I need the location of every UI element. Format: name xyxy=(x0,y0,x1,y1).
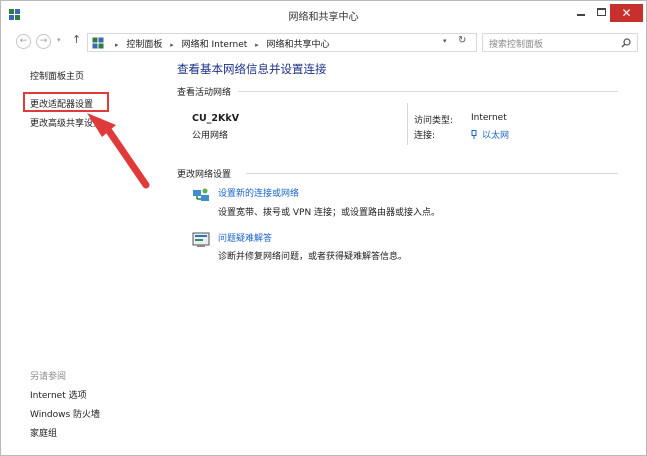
annotation-arrow xyxy=(87,113,150,189)
window: 网络和共享中心 ✕ ← → ▾ ↑ ▸ 控制面板 ▸ 网络和 Internet … xyxy=(0,0,647,456)
annotation-arrow-shaft xyxy=(105,127,150,189)
